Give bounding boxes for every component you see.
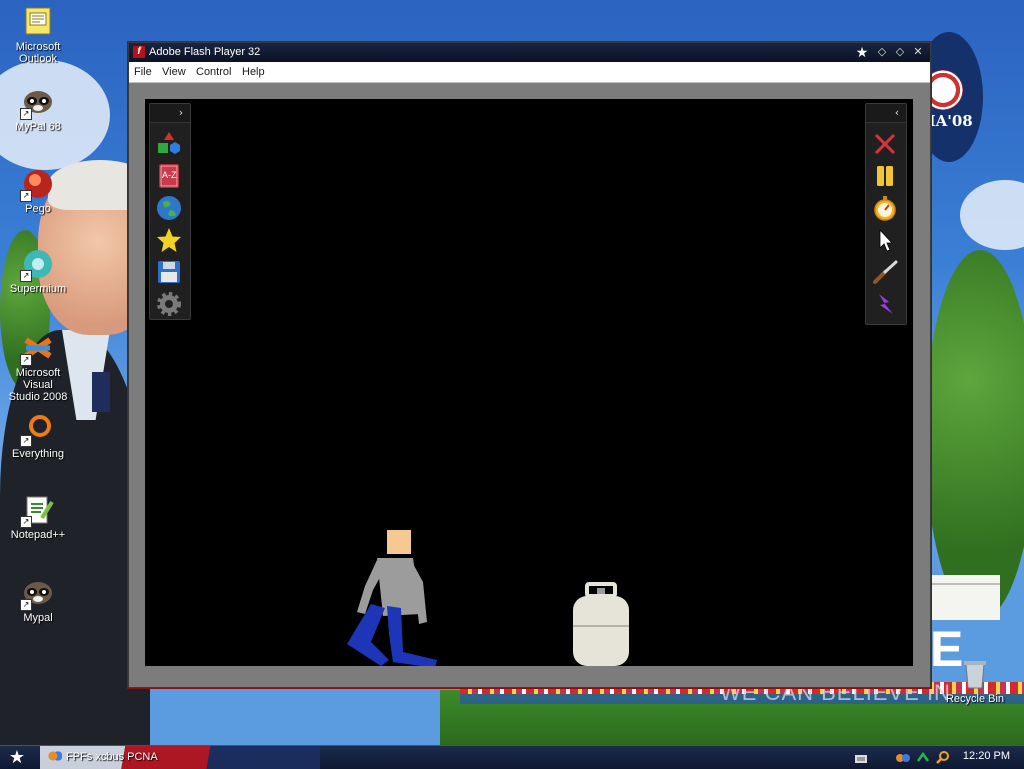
desktop-icon-label: Recycle Bin [945, 693, 1005, 705]
lightning-icon[interactable] [871, 290, 899, 318]
taskbar-task-button[interactable]: FPFs xcbus PCNA [48, 749, 248, 766]
system-tray: 12:20 PM [854, 746, 1024, 769]
desktop-icon-label: Supermium [9, 283, 67, 295]
close-x-icon[interactable] [871, 130, 899, 158]
window-title: Adobe Flash Player 32 [149, 46, 261, 58]
right-tool-panel: ‹ [865, 103, 907, 325]
menu-bar: File View Control Help [129, 62, 930, 83]
recycle-bin-icon [959, 658, 991, 690]
mypal-icon: ↗ [20, 86, 54, 120]
everything-icon: ↗ [20, 413, 54, 447]
taskbar: ★ FPFs xcbus PCNA 12:20 PM [0, 745, 1024, 769]
desktop-icon-label: Microsoft [15, 41, 61, 53]
desktop-icon-everything[interactable]: ↗ Everything [0, 413, 76, 460]
desktop-icon-notepadpp[interactable]: ↗ Notepad++ [0, 494, 76, 541]
person-tie [92, 372, 110, 412]
clock[interactable]: 12:20 PM [963, 750, 1010, 762]
panel-header: ‹ [866, 104, 906, 123]
knife-icon[interactable] [871, 258, 899, 286]
desktop-icon-outlook[interactable]: Microsoft Outlook [0, 6, 76, 65]
desktop-icon-pego[interactable]: ↗ Pego [0, 168, 76, 215]
desktop-icon-visual-studio[interactable]: ↗ Microsoft Visual Studio 2008 [0, 332, 76, 403]
menu-help[interactable]: Help [242, 66, 265, 78]
desktop-icon-recycle-bin[interactable]: Recycle Bin [937, 658, 1013, 705]
ragdoll-head [387, 530, 411, 554]
shortcut-arrow-icon: ↗ [20, 108, 32, 120]
star-icon[interactable] [155, 226, 183, 254]
flash-app-icon: f [133, 46, 145, 58]
pego-icon: ↗ [20, 168, 54, 202]
desktop-icon-label: Everything [12, 448, 64, 460]
desktop-icon-supermium[interactable]: ↗ Supermium [0, 248, 76, 295]
tree [925, 250, 1024, 620]
keyboard-icon[interactable] [854, 752, 868, 765]
desktop-icon-label: MyPal 68 [15, 121, 61, 133]
start-button[interactable]: ★ [4, 747, 30, 768]
desktop-icon-label: Pego [25, 203, 51, 215]
visual-studio-icon: ↗ [20, 332, 54, 366]
shortcut-arrow-icon: ↗ [20, 354, 32, 366]
game-stage[interactable]: › A-Z ‹ [145, 99, 913, 666]
menu-view[interactable]: View [162, 66, 186, 78]
outlook-icon [22, 6, 54, 38]
stopwatch-icon[interactable] [871, 194, 899, 222]
notepadpp-icon: ↗ [20, 494, 54, 528]
white-house-image [930, 575, 1000, 620]
collapse-panel-toggle[interactable]: ‹ [890, 105, 904, 121]
pause-icon[interactable] [871, 162, 899, 190]
mypal-icon: ↗ [20, 577, 54, 611]
desktop-icon-label: Notepad++ [10, 529, 66, 541]
window-titlebar[interactable]: f Adobe Flash Player 32 ★ ◇ ◇ ✕ [129, 43, 930, 62]
network-icon[interactable] [896, 751, 910, 764]
save-icon[interactable] [155, 258, 183, 286]
a-z-icon[interactable]: A-Z [155, 162, 183, 190]
desktop-icon-label: Outlook [19, 53, 57, 65]
star-icon[interactable]: ★ [854, 45, 870, 59]
desktop-icon-label: Mypal [23, 612, 53, 624]
close-button[interactable]: ✕ [910, 45, 926, 59]
a-z-label: A-Z [162, 170, 177, 180]
desktop-icon-label: Studio 2008 [8, 391, 68, 403]
settings-gear-icon[interactable] [155, 290, 183, 318]
ragdoll-left-leg [347, 604, 389, 666]
task-label: FPFs xcbus PCNA [66, 751, 158, 763]
panel-header: › [150, 104, 190, 123]
shortcut-arrow-icon: ↗ [20, 516, 32, 528]
supermium-icon: ↗ [20, 248, 54, 282]
minimize-button[interactable]: ◇ [874, 45, 890, 59]
search-icon[interactable] [936, 751, 950, 764]
task-app-icon [48, 750, 62, 762]
shortcut-arrow-icon: ↗ [20, 599, 32, 611]
propane-tank[interactable] [571, 582, 631, 667]
desktop-icon-mypal[interactable]: ↗ Mypal [0, 577, 76, 624]
flash-player-window[interactable]: f Adobe Flash Player 32 ★ ◇ ◇ ✕ File Vie… [128, 42, 931, 688]
pointer-icon[interactable] [871, 226, 899, 254]
left-tool-panel: › A-Z [149, 103, 191, 320]
shortcut-arrow-icon: ↗ [20, 270, 32, 282]
sync-icon[interactable] [916, 751, 930, 764]
shapes-icon[interactable] [155, 130, 183, 158]
desktop-icon-label: Microsoft Visual [15, 367, 61, 391]
expand-panel-toggle[interactable]: › [174, 105, 188, 121]
shortcut-arrow-icon: ↗ [20, 190, 32, 202]
cloud [960, 180, 1024, 250]
ragdoll-character[interactable] [341, 524, 451, 666]
desktop-icon-mypal-68[interactable]: ↗ MyPal 68 [0, 86, 76, 133]
globe-icon[interactable] [155, 194, 183, 222]
maximize-button[interactable]: ◇ [892, 45, 908, 59]
ragdoll-right-leg [387, 606, 437, 666]
menu-file[interactable]: File [134, 66, 152, 78]
menu-control[interactable]: Control [196, 66, 231, 78]
shortcut-arrow-icon: ↗ [20, 435, 32, 447]
